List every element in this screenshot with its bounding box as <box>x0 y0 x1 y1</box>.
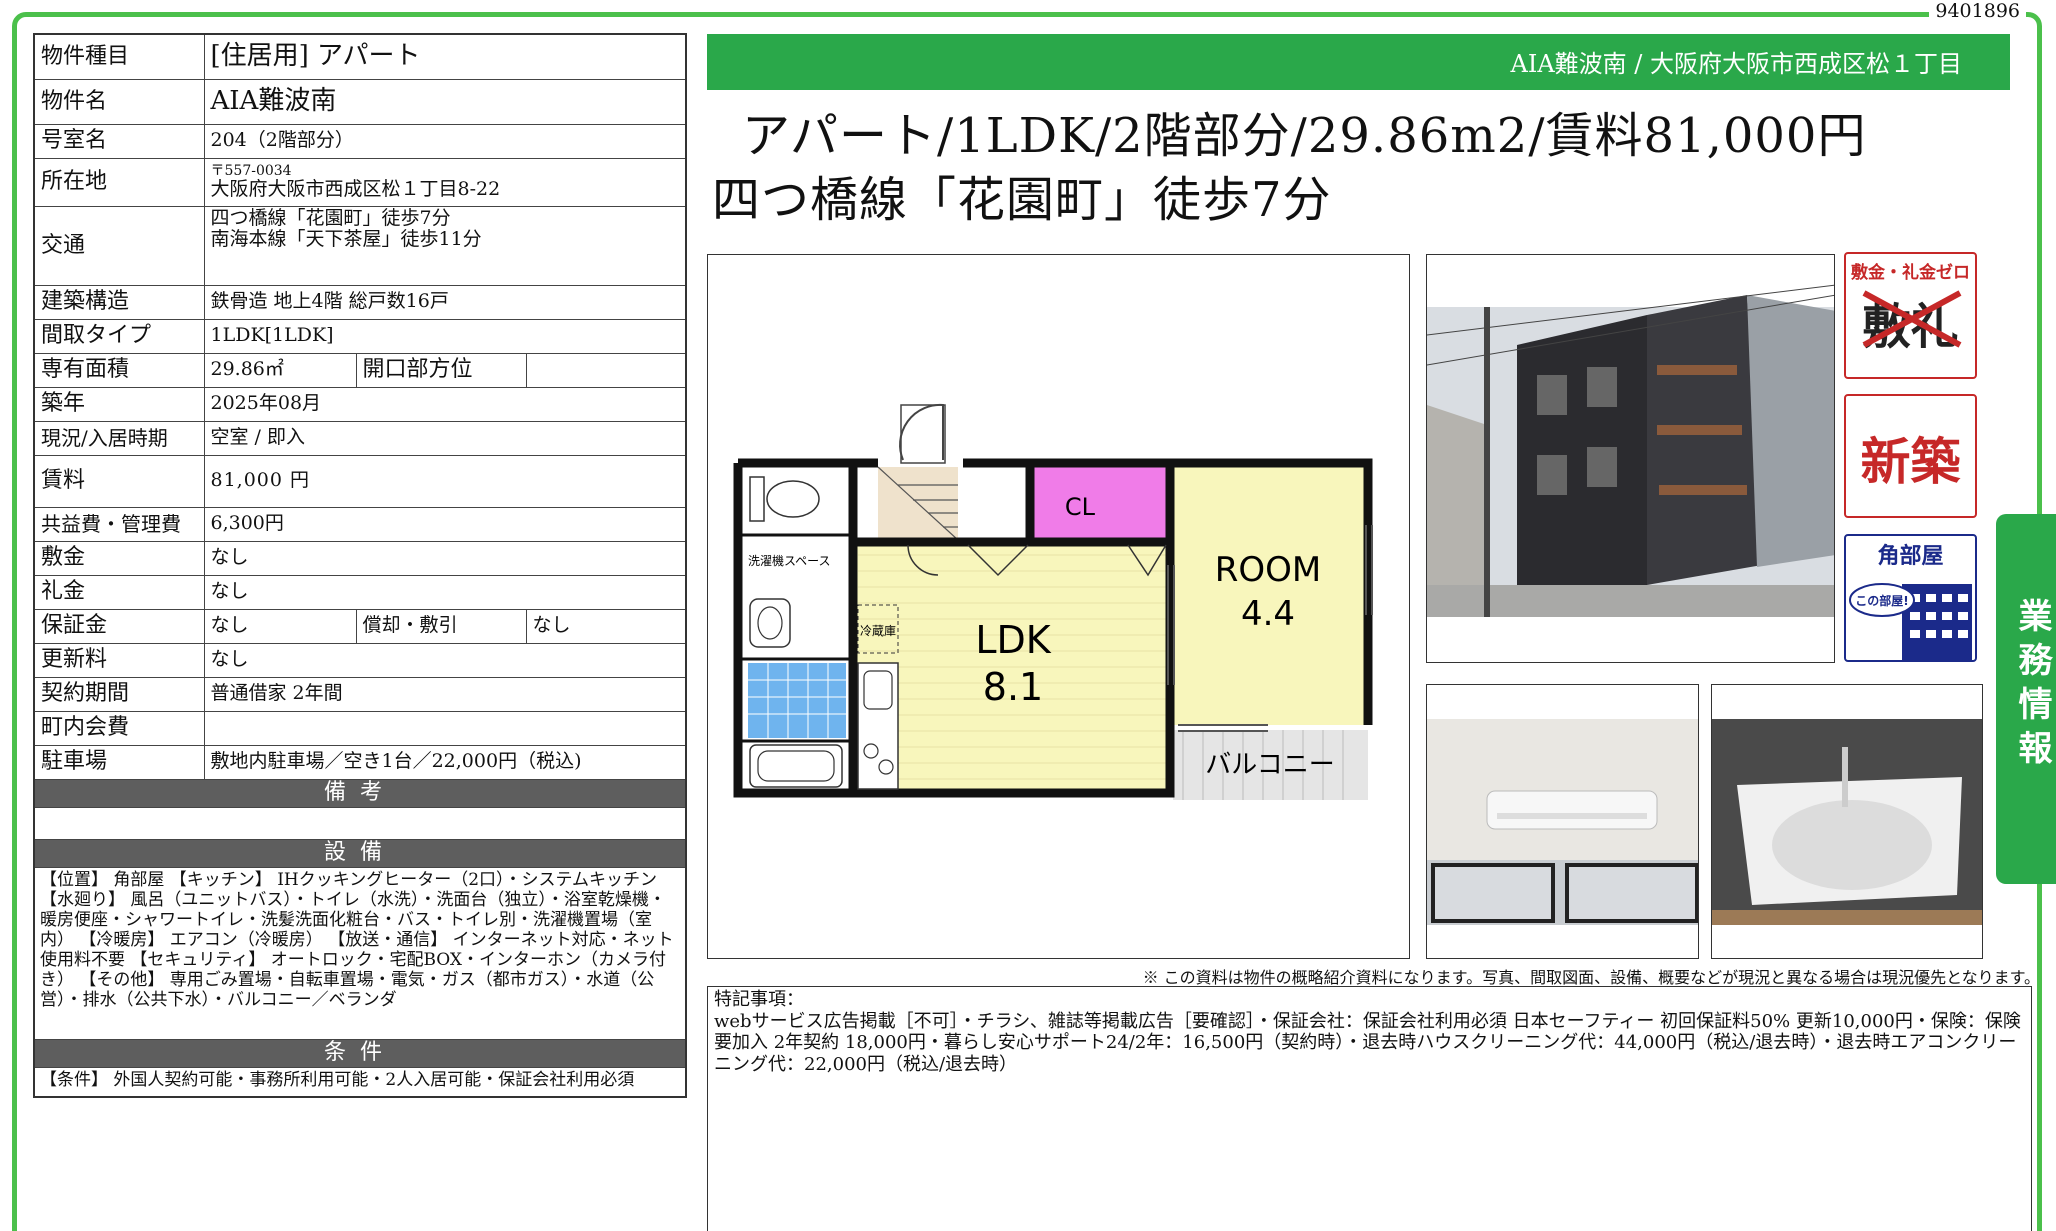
deposit-label: 敷金 <box>33 540 205 576</box>
rent-value: 81,000 円 <box>203 454 687 508</box>
area-label: 専有面積 <box>33 352 205 388</box>
exterior-photo <box>1426 254 1835 663</box>
room-label: 号室名 <box>33 123 205 159</box>
address-label: 所在地 <box>33 157 205 207</box>
postal-code: 〒557-0034 <box>210 163 292 180</box>
type-value: [住居用] アパート <box>203 33 687 80</box>
room-label: ROOM <box>1215 550 1321 590</box>
contract-label: 契約期間 <box>33 676 205 712</box>
corner-room-badge: 角部屋 この部屋! <box>1844 534 1977 662</box>
orientation-value <box>525 352 687 388</box>
room-size: 4.4 <box>1241 594 1295 634</box>
amortization-label: 償却・敷引 <box>355 608 527 644</box>
headline-station: 四つ橋線「花園町」徒歩7分 <box>712 172 1332 228</box>
guarantee-label: 保証金 <box>33 608 205 644</box>
name-value: AIA難波南 <box>203 78 687 125</box>
renewal-value: なし <box>203 642 687 678</box>
area-value: 29.86㎡ <box>203 352 357 388</box>
parking-value: 敷地内駐車場／空き1台／22,000円（税込) <box>203 744 687 780</box>
association-fee-label: 町内会費 <box>33 710 205 746</box>
memo-header: 備考 <box>33 778 687 808</box>
fridge-label: 冷蔵庫 <box>860 624 896 638</box>
guarantee-value: なし <box>203 608 357 644</box>
floor-plan-drawing: CL LDK 8.1 ROOM 4.4 バルコニー 洗濯機スペース 冷蔵庫 <box>708 255 1409 958</box>
equipment-text: 【位置】 角部屋 【キッチン】 IHクッキングヒーター（2口）・システムキッチン… <box>33 866 687 1040</box>
association-fee-value <box>203 710 687 746</box>
ldk-size: 8.1 <box>983 665 1043 709</box>
new-construction-text: 新築 <box>1860 433 1961 491</box>
deposit-value: なし <box>203 540 687 576</box>
structure-value: 鉄骨造 地上4階 総戸数16戸 <box>203 284 687 320</box>
renewal-label: 更新料 <box>33 642 205 678</box>
headline-summary: アパート/1LDK/2階部分/29.86m2/賃料81,000円 <box>742 108 1867 164</box>
transit-line-2: 南海本線「天下茶屋」徒歩11分 <box>210 228 482 251</box>
bathroom-floor <box>748 663 846 738</box>
closet-label: CL <box>1065 493 1096 521</box>
key-money-value: なし <box>203 574 687 610</box>
washer-label: 洗濯機スペース <box>748 553 831 568</box>
parking-label: 駐車場 <box>33 744 205 780</box>
orientation-label: 開口部方位 <box>355 352 527 388</box>
balcony-label: バルコニー <box>1205 750 1334 780</box>
memo-body <box>33 806 687 840</box>
new-construction-badge: 新築 <box>1844 394 1977 518</box>
corner-room-sub: この部屋! <box>1855 593 1908 608</box>
address-value: 大阪府大阪市西成区松１丁目8-22 <box>210 178 501 201</box>
built-label: 築年 <box>33 386 205 422</box>
special-remarks: 特記事項： webサービス広告掲載［不可］・チラシ、雑誌等掲載広告［要確認］・保… <box>707 986 2032 1231</box>
business-info-label: 業務情報 <box>2012 598 2052 774</box>
ldk-label: LDK <box>975 618 1051 662</box>
room-value: 204（2階部分） <box>203 123 687 159</box>
status-label: 現況/入居時期 <box>33 420 205 456</box>
property-title-bar: AIA難波南 / 大阪府大阪市西成区松１丁目 <box>707 34 2010 90</box>
status-value: 空室 / 即入 <box>203 420 687 456</box>
business-info-tab[interactable]: 業務情報 <box>1996 514 2056 884</box>
cross-mark-icon <box>1862 290 1962 348</box>
property-spec-table: 物件種目 [住居用] アパート 物件名 AIA難波南 号室名 204（2階部分） 所在… <box>33 33 687 1098</box>
fee-value: 6,300円 <box>203 506 687 542</box>
disclaimer-notice: ※ この資料は物件の概略紹介資料になります。写真、間取図面、設備、概要などが現況… <box>1142 968 2040 987</box>
layout-value: 1LDK[1LDK] <box>203 318 687 354</box>
key-money-label: 礼金 <box>33 574 205 610</box>
corner-room-text: 角部屋 <box>1877 544 1944 569</box>
no-deposit-key-money-badge: 敷金・礼金ゼロ 敷礼 <box>1844 252 1977 379</box>
building-icon: この部屋! <box>1849 583 1972 660</box>
amortization-value: なし <box>525 608 687 644</box>
headline: アパート/1LDK/2階部分/29.86m2/賃料81,000円 四つ橋線「花園… <box>712 104 1866 232</box>
document-id: 9401896 <box>1929 0 2026 22</box>
equipment-header: 設備 <box>33 838 687 868</box>
washbasin-photo <box>1711 684 1983 959</box>
transit-label: 交通 <box>33 205 205 286</box>
conditions-text: 【条件】 外国人契約可能・事務所利用可能・2人入居可能・保証会社利用必須 <box>33 1066 687 1098</box>
transit-line-1: 四つ橋線「花園町」徒歩7分 <box>210 206 451 229</box>
remarks-text: webサービス広告掲載［不可］・チラシ、雑誌等掲載広告［要確認］・保証会社：保証… <box>714 1010 2021 1075</box>
layout-label: 間取タイプ <box>33 318 205 354</box>
rent-label: 賃料 <box>33 454 205 508</box>
contract-value: 普通借家 2年間 <box>203 676 687 712</box>
type-label: 物件種目 <box>33 33 205 80</box>
fee-label: 共益費・管理費 <box>33 506 205 542</box>
conditions-header: 条件 <box>33 1038 687 1068</box>
structure-label: 建築構造 <box>33 284 205 320</box>
built-value: 2025年08月 <box>203 386 687 422</box>
no-deposit-badge-title: 敷金・礼金ゼロ <box>1851 263 1970 283</box>
closet <box>1030 467 1169 539</box>
floor-plan: CL LDK 8.1 ROOM 4.4 バルコニー 洗濯機スペース 冷蔵庫 <box>707 254 1410 959</box>
name-label: 物件名 <box>33 78 205 125</box>
remarks-title: 特記事項： <box>714 989 804 1010</box>
air-conditioner-photo <box>1426 684 1699 959</box>
